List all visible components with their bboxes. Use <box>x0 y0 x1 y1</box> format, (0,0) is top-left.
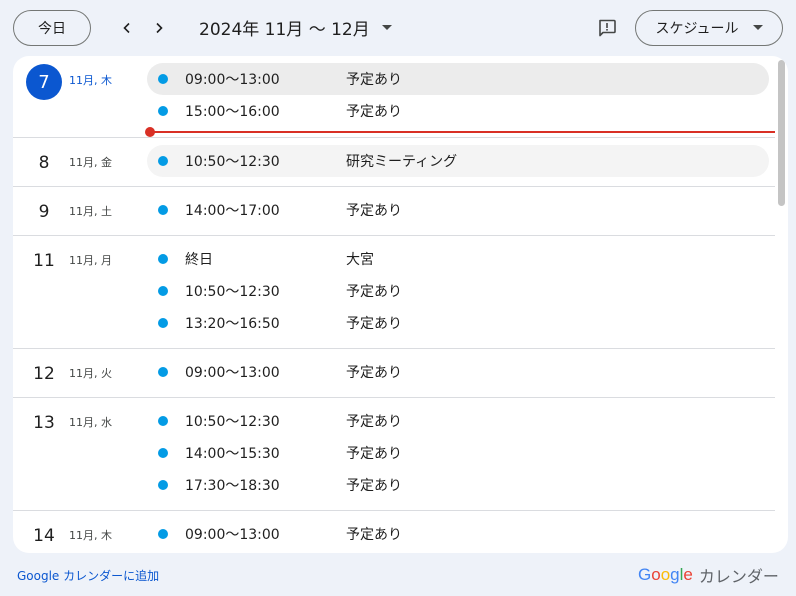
brand-name: カレンダー <box>698 567 779 586</box>
view-mode-label: スケジュール <box>655 21 739 37</box>
event-item[interactable]: 10:50〜12:30 予定あり <box>147 405 769 437</box>
event-color-dot <box>158 254 168 264</box>
date-range-selector[interactable]: 2024年 11月 〜 12月 <box>199 15 392 40</box>
event-list: 終日 大宮 10:50〜12:30 予定あり 13:20〜16:50 予定あり <box>13 236 775 348</box>
logo-letter: o <box>651 565 661 584</box>
feedback-button[interactable] <box>594 15 620 41</box>
event-color-dot <box>158 480 168 490</box>
event-color-dot <box>158 106 168 116</box>
event-time: 15:00〜16:00 <box>185 104 280 120</box>
scrollbar-thumb[interactable] <box>778 60 785 206</box>
event-title: 予定あり <box>346 414 402 430</box>
logo-letter: g <box>670 565 680 584</box>
event-item[interactable]: 09:00〜13:00 予定あり <box>147 63 769 95</box>
add-to-google-calendar-link[interactable]: Google カレンダーに追加 <box>17 567 159 584</box>
logo-letter: G <box>638 565 652 584</box>
event-list: 14:00〜17:00 予定あり <box>13 187 775 235</box>
event-item[interactable]: 終日 大宮 <box>147 243 769 275</box>
event-time: 09:00〜13:00 <box>185 72 280 88</box>
event-item[interactable]: 09:00〜13:00 予定あり <box>147 356 769 388</box>
event-time: 09:00〜13:00 <box>185 365 280 381</box>
day-group: 8 11月, 金 10:50〜12:30 研究ミーティング <box>13 138 775 187</box>
event-title: 予定あり <box>346 527 402 543</box>
event-color-dot <box>158 529 168 539</box>
event-color-dot <box>158 448 168 458</box>
event-time: 13:20〜16:50 <box>185 316 280 332</box>
day-group: 11 11月, 月終日 大宮 10:50〜12:30 予定あり 13:20〜16:50 予定… <box>13 236 775 349</box>
event-item[interactable]: 14:00〜17:00 予定あり <box>147 194 769 226</box>
event-time: 17:30〜18:30 <box>185 478 280 494</box>
current-time-line <box>150 131 775 133</box>
event-item[interactable]: 09:00〜13:00 予定あり <box>147 518 769 550</box>
event-title: 予定あり <box>346 365 402 381</box>
event-color-dot <box>158 156 168 166</box>
current-time-indicator <box>145 127 775 137</box>
event-time: 10:50〜12:30 <box>185 414 280 430</box>
event-item[interactable]: 10:50〜12:30 研究ミーティング <box>147 145 769 177</box>
event-list: 09:00〜13:00 予定あり <box>13 511 775 553</box>
day-group: 12 11月, 火 09:00〜13:00 予定あり <box>13 349 775 398</box>
prev-period-button[interactable] <box>113 14 141 42</box>
event-item[interactable]: 13:20〜16:50 予定あり <box>147 307 769 339</box>
event-item[interactable]: 15:00〜16:00 予定あり <box>147 95 769 127</box>
event-color-dot <box>158 205 168 215</box>
event-title: 予定あり <box>346 316 402 332</box>
schedule-list[interactable]: 7 11月, 木 09:00〜13:00 予定あり 15:00〜16:00 予定あり 8 11… <box>13 56 775 553</box>
event-time: 14:00〜17:00 <box>185 203 280 219</box>
event-color-dot <box>158 367 168 377</box>
day-group: 9 11月, 土 14:00〜17:00 予定あり <box>13 187 775 236</box>
event-title: 研究ミーティング <box>346 154 458 170</box>
event-color-dot <box>158 416 168 426</box>
event-color-dot <box>158 74 168 84</box>
caret-down-icon <box>752 25 763 30</box>
event-title: 予定あり <box>346 72 402 88</box>
event-time: 10:50〜12:30 <box>185 154 280 170</box>
event-title: 予定あり <box>346 284 402 300</box>
event-title: 予定あり <box>346 446 402 462</box>
google-calendar-brand[interactable]: Google カレンダー <box>638 563 779 587</box>
day-group: 13 11月, 水 10:50〜12:30 予定あり 14:00〜15:30 予定あり 17… <box>13 398 775 511</box>
toolbar: 今日 2024年 11月 〜 12月 スケジュール <box>0 0 796 56</box>
event-color-dot <box>158 286 168 296</box>
event-list: 10:50〜12:30 予定あり 14:00〜15:30 予定あり 17:30〜18:3… <box>13 398 775 510</box>
event-item[interactable]: 17:30〜18:30 予定あり <box>147 469 769 501</box>
event-title: 予定あり <box>346 104 402 120</box>
feedback-icon <box>599 19 616 37</box>
logo-letter: e <box>683 565 693 584</box>
schedule-card: 7 11月, 木 09:00〜13:00 予定あり 15:00〜16:00 予定あり 8 11… <box>13 56 788 553</box>
event-time: 14:00〜15:30 <box>185 446 280 462</box>
event-item[interactable]: 10:50〜12:30 予定あり <box>147 275 769 307</box>
caret-down-icon <box>381 24 392 31</box>
event-list: 10:50〜12:30 研究ミーティング <box>13 138 775 186</box>
event-title: 予定あり <box>346 203 402 219</box>
next-period-button[interactable] <box>145 14 173 42</box>
day-group: 7 11月, 木 09:00〜13:00 予定あり 15:00〜16:00 予定あり <box>13 56 775 138</box>
chevron-left-icon <box>123 22 130 34</box>
event-title: 大宮 <box>346 252 374 268</box>
logo-letter: o <box>660 565 671 584</box>
event-color-dot <box>158 318 168 328</box>
chevron-right-icon <box>156 22 163 34</box>
event-item[interactable]: 14:00〜15:30 予定あり <box>147 437 769 469</box>
google-logo: Google <box>638 565 693 585</box>
event-list: 09:00〜13:00 予定あり <box>13 349 775 397</box>
today-button[interactable]: 今日 <box>13 10 91 46</box>
day-group: 14 11月, 木 09:00〜13:00 予定あり <box>13 511 775 553</box>
event-title: 予定あり <box>346 478 402 494</box>
event-time: 終日 <box>185 252 213 268</box>
event-time: 09:00〜13:00 <box>185 527 280 543</box>
view-mode-button[interactable]: スケジュール <box>635 10 783 46</box>
scrollbar[interactable] <box>775 56 788 553</box>
event-list: 09:00〜13:00 予定あり 15:00〜16:00 予定あり <box>13 56 775 137</box>
event-time: 10:50〜12:30 <box>185 284 280 300</box>
date-range-label: 2024年 11月 〜 12月 <box>199 20 370 40</box>
